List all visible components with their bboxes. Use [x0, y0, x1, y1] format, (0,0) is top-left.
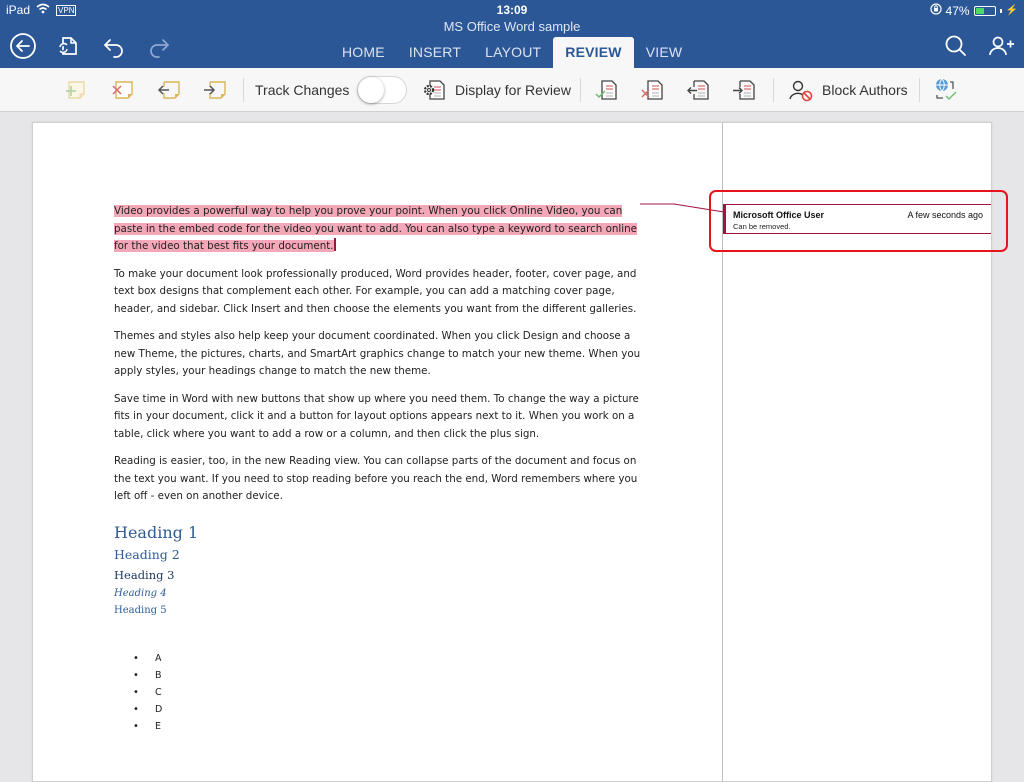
accept-change-button[interactable]	[594, 68, 620, 112]
comment-author: Microsoft Office User	[733, 210, 825, 220]
redo-icon	[150, 39, 169, 58]
next-comment-button[interactable]	[202, 68, 228, 112]
previous-comment-button[interactable]	[156, 68, 182, 112]
paragraph[interactable]: Reading is easier, too, in the new Readi…	[114, 453, 644, 506]
paragraph[interactable]: Themes and styles also help keep your do…	[114, 328, 644, 381]
heading-5[interactable]: Heading 5	[114, 602, 198, 620]
next-change-button[interactable]	[732, 68, 758, 112]
bullet-icon: •	[133, 721, 139, 732]
list-item[interactable]: • E	[133, 718, 162, 735]
next-change-icon	[733, 80, 755, 100]
heading-4[interactable]: Heading 4	[114, 585, 198, 602]
redo-button[interactable]	[145, 32, 173, 60]
clock: 13:09	[496, 3, 528, 17]
tab-layout[interactable]: LAYOUT	[473, 37, 553, 68]
track-changes-toggle[interactable]	[357, 76, 408, 104]
list-item-text: B	[155, 670, 162, 681]
heading-3[interactable]: Heading 3	[114, 565, 198, 585]
battery-tip	[999, 8, 1002, 13]
bulleted-list: • A • B • C • D • E	[133, 650, 162, 735]
bullet-icon: •	[133, 687, 139, 698]
comment-card[interactable]: Microsoft Office User A few seconds ago …	[723, 204, 991, 234]
comment-text: Can be removed.	[733, 222, 791, 231]
ribbon-tabs: HOME INSERT LAYOUT REVIEW VIEW	[330, 37, 694, 68]
block-authors-button[interactable]: Block Authors	[788, 68, 908, 112]
block-authors-label: Block Authors	[822, 82, 908, 98]
tab-review[interactable]: REVIEW	[553, 37, 634, 68]
charging-icon: ⚡	[1005, 5, 1018, 16]
list-item-text: C	[155, 687, 162, 698]
list-item[interactable]: • D	[133, 701, 162, 718]
back-button[interactable]	[9, 32, 37, 60]
undo-icon	[104, 39, 123, 58]
undo-button[interactable]	[100, 32, 128, 60]
tab-insert[interactable]: INSERT	[397, 37, 473, 68]
new-comment-icon	[66, 81, 85, 99]
ribbon-divider	[580, 78, 581, 102]
ribbon-divider	[773, 78, 774, 102]
highlighted-paragraph[interactable]: Video provides a powerful way to help yo…	[114, 203, 644, 256]
list-item[interactable]: • B	[133, 667, 162, 684]
list-item-text: D	[155, 704, 163, 715]
heading-2[interactable]: Heading 2	[114, 545, 198, 565]
share-button[interactable]	[987, 32, 1015, 60]
battery-percent: 47%	[945, 3, 970, 18]
bullet-icon: •	[133, 653, 139, 664]
previous-comment-icon	[157, 81, 180, 99]
previous-change-button[interactable]	[686, 68, 712, 112]
display-for-review-icon	[423, 80, 445, 100]
toggle-knob	[358, 77, 385, 103]
document-page[interactable]: Video provides a powerful way to help yo…	[32, 122, 992, 782]
orientation-lock-icon	[929, 3, 942, 18]
tab-view[interactable]: VIEW	[634, 37, 695, 68]
review-ribbon: Track Changes Display for Review Block A…	[0, 68, 1024, 112]
previous-change-icon	[687, 80, 709, 100]
delete-comment-button[interactable]	[110, 68, 136, 112]
battery-level	[975, 7, 984, 14]
list-item-text: A	[155, 653, 162, 664]
commented-text-highlight[interactable]: Video provides a powerful way to help yo…	[114, 205, 637, 252]
accept-change-icon	[595, 80, 617, 100]
sync-document-button[interactable]	[54, 32, 82, 60]
track-changes-label: Track Changes	[255, 82, 350, 98]
paragraph[interactable]: Save time in Word with new buttons that …	[114, 391, 644, 444]
list-item-text: E	[155, 721, 162, 732]
language-check-icon	[936, 78, 957, 100]
comment-connector-line	[640, 203, 725, 213]
display-for-review-button[interactable]: Display for Review	[421, 68, 571, 112]
back-arrow-circle-icon	[10, 33, 36, 59]
document-body[interactable]: Video provides a powerful way to help yo…	[114, 203, 644, 516]
delete-comment-icon	[112, 81, 133, 99]
bullet-icon: •	[133, 704, 139, 715]
bullet-icon: •	[133, 670, 139, 681]
track-changes-control[interactable]: Track Changes	[255, 68, 408, 112]
search-icon	[945, 35, 966, 56]
language-button[interactable]	[933, 68, 959, 112]
display-for-review-label: Display for Review	[455, 82, 571, 98]
reject-change-button[interactable]	[640, 68, 666, 112]
block-authors-icon	[789, 80, 813, 102]
reject-change-icon	[641, 80, 663, 100]
heading-1[interactable]: Heading 1	[114, 521, 198, 545]
battery-icon	[973, 5, 996, 16]
new-comment-button[interactable]	[63, 68, 89, 112]
text-cursor	[333, 238, 336, 251]
next-comment-icon	[204, 81, 226, 99]
document-sync-icon	[59, 37, 77, 55]
comment-timestamp: A few seconds ago	[907, 210, 983, 220]
list-item[interactable]: • C	[133, 684, 162, 701]
ribbon-divider	[243, 78, 244, 102]
ribbon-divider	[919, 78, 920, 102]
headings-block: Heading 1 Heading 2 Heading 3 Heading 4 …	[114, 521, 198, 620]
search-button[interactable]	[942, 32, 970, 60]
paragraph[interactable]: To make your document look professionall…	[114, 266, 644, 319]
title-bar: iPad VPN 13:09 MS Office Word sample 47%…	[0, 0, 1024, 68]
status-bar-right: 47% ⚡	[929, 3, 1018, 18]
add-person-icon	[989, 36, 1014, 56]
tab-home[interactable]: HOME	[330, 37, 397, 68]
list-item[interactable]: • A	[133, 650, 162, 667]
